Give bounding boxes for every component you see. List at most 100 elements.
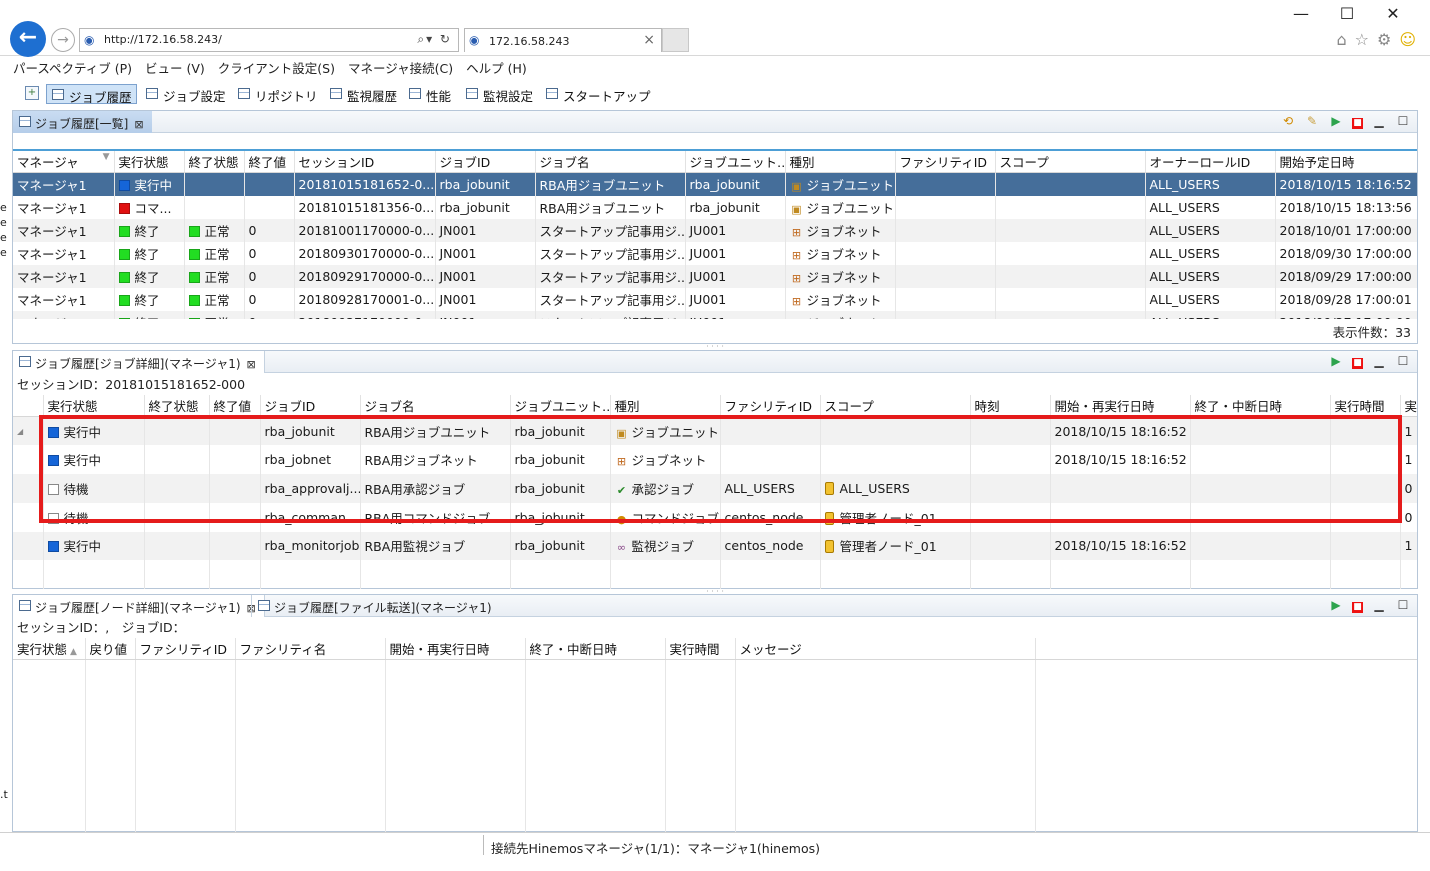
close-tab-icon[interactable]: ⊠ [134, 118, 143, 131]
col-header[interactable]: 時刻 [970, 395, 1051, 417]
col-header[interactable]: 実行時間 [665, 638, 736, 660]
col-header[interactable]: スコープ [995, 151, 1146, 173]
tab-close-icon[interactable]: × [643, 32, 655, 48]
perspective-monitor-settings[interactable]: 監視設定 [461, 84, 537, 104]
menu-perspective[interactable]: パースペクティブ (P) [0, 56, 132, 77]
col-header[interactable]: 種別 [610, 395, 721, 417]
col-header[interactable]: ファシリティID [895, 151, 996, 173]
col-header[interactable]: メッセージ [735, 638, 1036, 660]
cell-tree-toggle[interactable] [13, 474, 44, 503]
star-icon[interactable]: ☆ [1355, 30, 1369, 49]
col-header[interactable]: ファシリティID [135, 638, 236, 660]
col-header[interactable]: 終了・中断日時 [1190, 395, 1331, 417]
refresh-icon[interactable]: ⟲ [1280, 113, 1296, 129]
play-icon[interactable]: ▶ [1328, 353, 1344, 369]
table-row[interactable]: 待機 rba_approvalj... RBA用承認ジョブ rba_jobunit ✔ 承… [13, 474, 1417, 503]
menu-view[interactable]: ビュー (V) [132, 56, 205, 77]
col-header[interactable]: 実行状態 [114, 151, 185, 173]
col-header[interactable]: 実行時間 [1330, 395, 1401, 417]
col-header[interactable]: 終了・中断日時 [525, 638, 666, 660]
play-icon[interactable]: ▶ [1328, 597, 1344, 613]
table-row[interactable]: 実行中 rba_monitorjob RBA用監視ジョブ rba_jobunit ∞ 監視… [13, 531, 1417, 561]
maximize-view-icon[interactable]: ☐ [1395, 597, 1411, 613]
stop-icon[interactable]: ■ [1352, 358, 1363, 369]
col-header[interactable]: 終了状態 [184, 151, 245, 173]
minimize-view-icon[interactable]: ▁ [1371, 353, 1387, 369]
stop-icon[interactable]: ■ [1352, 602, 1363, 613]
col-header[interactable]: ファシリティID [720, 395, 821, 417]
pin-icon[interactable]: ✎ [1304, 113, 1320, 129]
forward-arrow-icon[interactable]: → [51, 28, 75, 52]
address-bar[interactable]: ◉ http://172.16.58.243/ ⌕▾ ↻ [79, 28, 459, 52]
perspective-job-settings[interactable]: ジョブ設定 [141, 84, 230, 104]
col-header[interactable]: 開始予定日時 [1275, 151, 1417, 173]
col-header[interactable]: ジョブID [260, 395, 361, 417]
perspective-performance[interactable]: 性能 [404, 84, 455, 104]
col-header[interactable]: セッションID [294, 151, 436, 173]
search-refresh-icon[interactable]: ⌕▾ ↻ [417, 32, 452, 47]
smiley-icon[interactable]: ☺ [1399, 30, 1416, 49]
col-header[interactable]: 終了値 [244, 151, 295, 173]
maximize-icon[interactable]: ☐ [1324, 4, 1370, 23]
table-row[interactable]: マネージャ1 終了 正常 0 20180928170001-0... JN001 スタートア… [13, 287, 1417, 311]
col-header[interactable]: オーナーロールID [1145, 151, 1276, 173]
cell-tree-toggle[interactable] [13, 445, 44, 474]
browser-tab[interactable]: ◉ 172.16.58.243 × [464, 28, 662, 52]
maximize-view-icon[interactable]: ☐ [1395, 113, 1411, 129]
tab-job-detail[interactable]: ジョブ履歴[ジョブ詳細](マネージャ1) ⊠ [13, 351, 265, 373]
home-icon[interactable]: ⌂ [1336, 30, 1346, 49]
col-header[interactable]: ジョブ名 [535, 151, 686, 173]
col-header[interactable] [13, 395, 44, 417]
tab-job-history-list[interactable]: ジョブ履歴[一覧] ⊠ [13, 111, 152, 133]
perspective-repository[interactable]: リポジトリ [233, 84, 322, 104]
col-header[interactable]: 終了値 [209, 395, 261, 417]
menu-help[interactable]: ヘルプ (H) [453, 56, 527, 77]
minimize-view-icon[interactable]: ▁ [1371, 113, 1387, 129]
cell-tree-toggle[interactable]: ◢ [13, 416, 44, 446]
perspective-monitor-history[interactable]: 監視履歴 [325, 84, 401, 104]
col-header[interactable]: 実行状態 ▲ [13, 638, 86, 660]
address-url[interactable]: http://172.16.58.243/ [104, 33, 222, 46]
col-header[interactable]: 開始・再実行日時 [1050, 395, 1191, 417]
minimize-icon[interactable]: — [1278, 4, 1324, 23]
col-header[interactable]: 種別 [785, 151, 896, 173]
col-header[interactable]: ジョブID [435, 151, 536, 173]
table-row[interactable]: 実行中 rba_jobnet RBA用ジョブネット rba_jobunit ⊞ ジョブネッ… [13, 445, 1417, 474]
col-header[interactable]: ジョブユニット… [510, 395, 611, 417]
col-header[interactable]: マネージャ ▼ [13, 151, 115, 173]
table-row[interactable]: マネージャ1 終了 正常 0 20180930170000-0... JN001 スタートア… [13, 241, 1417, 265]
col-header[interactable]: ジョブ名 [360, 395, 511, 417]
col-header[interactable]: 戻り値 [85, 638, 136, 660]
table-row[interactable]: マネージャ1 実行中 20181015181652-0... rba_jobunit R… [13, 172, 1417, 196]
menu-manager-connection[interactable]: マネージャ接続(C) [335, 56, 453, 77]
col-header[interactable]: 開始・再実行日時 [385, 638, 526, 660]
col-header[interactable]: 実行状態 [43, 395, 145, 417]
table-row[interactable]: 待機 rba_comman... RBA用コマンドジョブ rba_jobunit ● コマ… [13, 502, 1417, 532]
close-tab-icon[interactable]: ⊠ [247, 358, 256, 371]
tab-file-transfer[interactable]: ジョブ履歴[ファイル転送](マネージャ1) [251, 595, 500, 617]
menu-client-settings[interactable]: クライアント設定(S) [205, 56, 335, 77]
minimize-view-icon[interactable]: ▁ [1371, 597, 1387, 613]
stop-icon[interactable]: ■ [1352, 118, 1363, 129]
table-row[interactable]: マネージャ1終了正常020180927170000-0...JN001スタートア… [13, 310, 1417, 319]
cell-tree-toggle[interactable] [13, 531, 44, 561]
perspective-job-history[interactable]: ジョブ履歴 [46, 84, 137, 105]
play-icon[interactable]: ▶ [1328, 113, 1344, 129]
gear-icon[interactable]: ⚙ [1377, 30, 1391, 49]
back-arrow-icon[interactable]: ← [10, 21, 46, 57]
col-header[interactable]: スコープ [820, 395, 971, 417]
col-header[interactable]: 終了状態 [144, 395, 210, 417]
col-header[interactable]: ファシリティ名 [235, 638, 386, 660]
new-tab-button[interactable] [662, 28, 689, 52]
close-window-icon[interactable]: ✕ [1370, 4, 1416, 23]
table-row[interactable]: マネージャ1 コマ... 20181015181356-0... rba_jobuni… [13, 195, 1417, 219]
table-row[interactable]: ◢ 実行中 rba_jobunit RBA用ジョブユニット rba_jobunit ▣ ジョ… [13, 416, 1417, 446]
col-header[interactable]: 実 [1400, 395, 1417, 417]
tab-node-detail[interactable]: ジョブ履歴[ノード詳細](マネージャ1) ⊠ [13, 595, 265, 617]
perspective-startup[interactable]: スタートアップ [541, 84, 655, 104]
table-row[interactable]: マネージャ1 終了 正常 0 20180929170000-0... JN001 スタートア… [13, 264, 1417, 288]
cell-tree-toggle[interactable] [13, 502, 44, 532]
col-header[interactable]: ジョブユニット… [685, 151, 786, 173]
table-row[interactable]: マネージャ1 終了 正常 0 20181001170000-0... JN001 スタートア… [13, 218, 1417, 242]
maximize-view-icon[interactable]: ☐ [1395, 353, 1411, 369]
